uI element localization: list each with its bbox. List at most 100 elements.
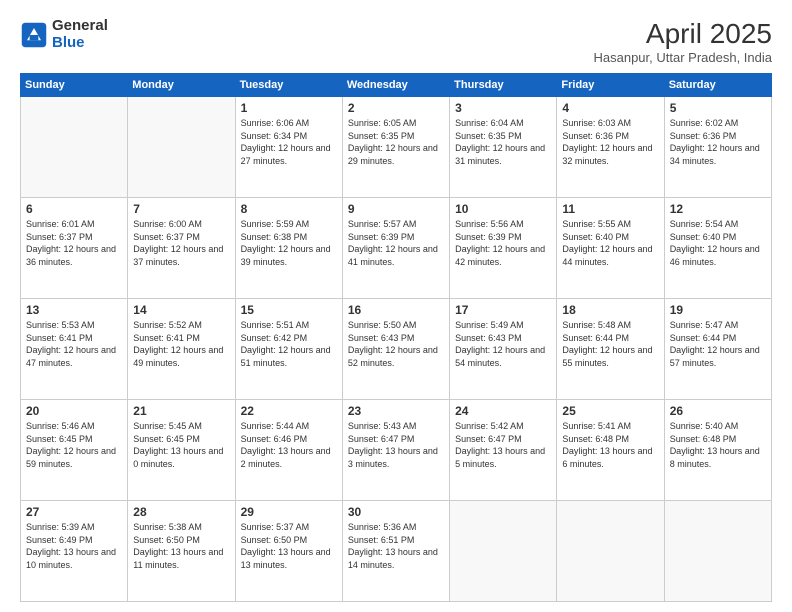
header: General Blue April 2025 Hasanpur, Uttar … — [20, 18, 772, 65]
day-number: 8 — [241, 202, 337, 216]
day-number: 30 — [348, 505, 444, 519]
day-detail: Sunrise: 5:59 AM Sunset: 6:38 PM Dayligh… — [241, 218, 337, 268]
calendar-cell: 22Sunrise: 5:44 AM Sunset: 6:46 PM Dayli… — [235, 400, 342, 501]
calendar-cell: 11 Sunrise: 5:55 AM Sunset: 6:40 PM Dayli… — [557, 198, 664, 299]
calendar-cell: 17Sunrise: 5:49 AM Sunset: 6:43 PM Dayli… — [450, 299, 557, 400]
day-detail: Sunrise: 6:05 AM Sunset: 6:35 PM Dayligh… — [348, 117, 444, 167]
day-detail: Sunrise: 5:45 AM Sunset: 6:45 PM Dayligh… — [133, 420, 229, 470]
day-number: 19 — [670, 303, 766, 317]
day-number: 26 — [670, 404, 766, 418]
day-detail: Sunrise: 5:50 AM Sunset: 6:43 PM Dayligh… — [348, 319, 444, 369]
calendar-cell — [128, 97, 235, 198]
calendar-cell: 4 Sunrise: 6:03 AM Sunset: 6:36 PM Daylig… — [557, 97, 664, 198]
calendar-cell: 9 Sunrise: 5:57 AM Sunset: 6:39 PM Daylig… — [342, 198, 449, 299]
day-number: 16 — [348, 303, 444, 317]
col-friday: Friday — [557, 74, 664, 97]
day-detail: Sunrise: 5:41 AM Sunset: 6:48 PM Dayligh… — [562, 420, 658, 470]
day-number: 2 — [348, 101, 444, 115]
calendar-cell: 16 Sunrise: 5:50 AM Sunset: 6:43 PM Dayli… — [342, 299, 449, 400]
day-number: 1 — [241, 101, 337, 115]
day-detail: Sunrise: 6:03 AM Sunset: 6:36 PM Dayligh… — [562, 117, 658, 167]
col-tuesday: Tuesday — [235, 74, 342, 97]
month-year: April 2025 — [594, 18, 773, 50]
calendar-cell: 21 Sunrise: 5:45 AM Sunset: 6:45 PM Dayli… — [128, 400, 235, 501]
day-detail: Sunrise: 5:52 AM Sunset: 6:41 PM Dayligh… — [133, 319, 229, 369]
calendar-cell: 12 Sunrise: 5:54 AM Sunset: 6:40 PM Dayli… — [664, 198, 771, 299]
day-number: 20 — [26, 404, 122, 418]
col-thursday: Thursday — [450, 74, 557, 97]
day-detail: Sunrise: 6:01 AM Sunset: 6:37 PM Dayligh… — [26, 218, 122, 268]
calendar-cell: 14Sunrise: 5:52 AM Sunset: 6:41 PM Dayli… — [128, 299, 235, 400]
day-detail: Sunrise: 5:57 AM Sunset: 6:39 PM Dayligh… — [348, 218, 444, 268]
day-number: 25 — [562, 404, 658, 418]
calendar-cell: 30Sunrise: 5:36 AM Sunset: 6:51 PM Dayli… — [342, 501, 449, 602]
day-number: 10 — [455, 202, 551, 216]
calendar-cell: 2 Sunrise: 6:05 AM Sunset: 6:35 PM Daylig… — [342, 97, 449, 198]
day-number: 13 — [26, 303, 122, 317]
logo: General Blue — [20, 18, 108, 51]
day-number: 4 — [562, 101, 658, 115]
day-number: 5 — [670, 101, 766, 115]
day-detail: Sunrise: 5:48 AM Sunset: 6:44 PM Dayligh… — [562, 319, 658, 369]
calendar: Sunday Monday Tuesday Wednesday Thursday… — [20, 73, 772, 602]
calendar-cell: 18 Sunrise: 5:48 AM Sunset: 6:44 PM Dayli… — [557, 299, 664, 400]
calendar-cell: 26Sunrise: 5:40 AM Sunset: 6:48 PM Dayli… — [664, 400, 771, 501]
calendar-week-0: 1 Sunrise: 6:06 AM Sunset: 6:34 PM Daylig… — [21, 97, 772, 198]
day-detail: Sunrise: 5:51 AM Sunset: 6:42 PM Dayligh… — [241, 319, 337, 369]
calendar-cell: 25 Sunrise: 5:41 AM Sunset: 6:48 PM Dayli… — [557, 400, 664, 501]
day-number: 23 — [348, 404, 444, 418]
day-detail: Sunrise: 6:00 AM Sunset: 6:37 PM Dayligh… — [133, 218, 229, 268]
logo-general-text: General — [52, 18, 108, 35]
day-detail: Sunrise: 5:49 AM Sunset: 6:43 PM Dayligh… — [455, 319, 551, 369]
day-detail: Sunrise: 6:06 AM Sunset: 6:34 PM Dayligh… — [241, 117, 337, 167]
day-number: 6 — [26, 202, 122, 216]
calendar-cell — [450, 501, 557, 602]
day-detail: Sunrise: 5:38 AM Sunset: 6:50 PM Dayligh… — [133, 521, 229, 571]
day-detail: Sunrise: 5:37 AM Sunset: 6:50 PM Dayligh… — [241, 521, 337, 571]
calendar-cell: 6 Sunrise: 6:01 AM Sunset: 6:37 PM Daylig… — [21, 198, 128, 299]
day-detail: Sunrise: 5:47 AM Sunset: 6:44 PM Dayligh… — [670, 319, 766, 369]
header-row: Sunday Monday Tuesday Wednesday Thursday… — [21, 74, 772, 97]
location: Hasanpur, Uttar Pradesh, India — [594, 50, 773, 65]
calendar-week-2: 13 Sunrise: 5:53 AM Sunset: 6:41 PM Dayli… — [21, 299, 772, 400]
calendar-body: 1 Sunrise: 6:06 AM Sunset: 6:34 PM Daylig… — [21, 97, 772, 602]
col-saturday: Saturday — [664, 74, 771, 97]
calendar-week-3: 20 Sunrise: 5:46 AM Sunset: 6:45 PM Dayli… — [21, 400, 772, 501]
calendar-cell: 19 Sunrise: 5:47 AM Sunset: 6:44 PM Dayli… — [664, 299, 771, 400]
calendar-cell: 1 Sunrise: 6:06 AM Sunset: 6:34 PM Daylig… — [235, 97, 342, 198]
day-number: 18 — [562, 303, 658, 317]
calendar-cell — [557, 501, 664, 602]
day-detail: Sunrise: 5:43 AM Sunset: 6:47 PM Dayligh… — [348, 420, 444, 470]
calendar-header: Sunday Monday Tuesday Wednesday Thursday… — [21, 74, 772, 97]
calendar-cell: 28 Sunrise: 5:38 AM Sunset: 6:50 PM Dayli… — [128, 501, 235, 602]
day-detail: Sunrise: 5:53 AM Sunset: 6:41 PM Dayligh… — [26, 319, 122, 369]
logo-icon — [20, 21, 48, 49]
calendar-week-4: 27 Sunrise: 5:39 AM Sunset: 6:49 PM Dayli… — [21, 501, 772, 602]
day-detail: Sunrise: 5:55 AM Sunset: 6:40 PM Dayligh… — [562, 218, 658, 268]
day-number: 12 — [670, 202, 766, 216]
day-number: 21 — [133, 404, 229, 418]
day-detail: Sunrise: 5:54 AM Sunset: 6:40 PM Dayligh… — [670, 218, 766, 268]
day-detail: Sunrise: 5:39 AM Sunset: 6:49 PM Dayligh… — [26, 521, 122, 571]
calendar-cell: 20 Sunrise: 5:46 AM Sunset: 6:45 PM Dayli… — [21, 400, 128, 501]
calendar-cell: 23 Sunrise: 5:43 AM Sunset: 6:47 PM Dayli… — [342, 400, 449, 501]
day-detail: Sunrise: 5:46 AM Sunset: 6:45 PM Dayligh… — [26, 420, 122, 470]
day-number: 28 — [133, 505, 229, 519]
day-detail: Sunrise: 6:04 AM Sunset: 6:35 PM Dayligh… — [455, 117, 551, 167]
day-detail: Sunrise: 6:02 AM Sunset: 6:36 PM Dayligh… — [670, 117, 766, 167]
day-number: 11 — [562, 202, 658, 216]
day-number: 29 — [241, 505, 337, 519]
day-number: 9 — [348, 202, 444, 216]
calendar-cell: 7Sunrise: 6:00 AM Sunset: 6:37 PM Daylig… — [128, 198, 235, 299]
calendar-cell — [664, 501, 771, 602]
day-number: 15 — [241, 303, 337, 317]
logo-text: General Blue — [52, 18, 108, 51]
col-sunday: Sunday — [21, 74, 128, 97]
calendar-cell: 24Sunrise: 5:42 AM Sunset: 6:47 PM Dayli… — [450, 400, 557, 501]
page: General Blue April 2025 Hasanpur, Uttar … — [0, 0, 792, 612]
calendar-cell: 13 Sunrise: 5:53 AM Sunset: 6:41 PM Dayli… — [21, 299, 128, 400]
day-detail: Sunrise: 5:44 AM Sunset: 6:46 PM Dayligh… — [241, 420, 337, 470]
day-number: 27 — [26, 505, 122, 519]
day-detail: Sunrise: 5:42 AM Sunset: 6:47 PM Dayligh… — [455, 420, 551, 470]
calendar-week-1: 6 Sunrise: 6:01 AM Sunset: 6:37 PM Daylig… — [21, 198, 772, 299]
